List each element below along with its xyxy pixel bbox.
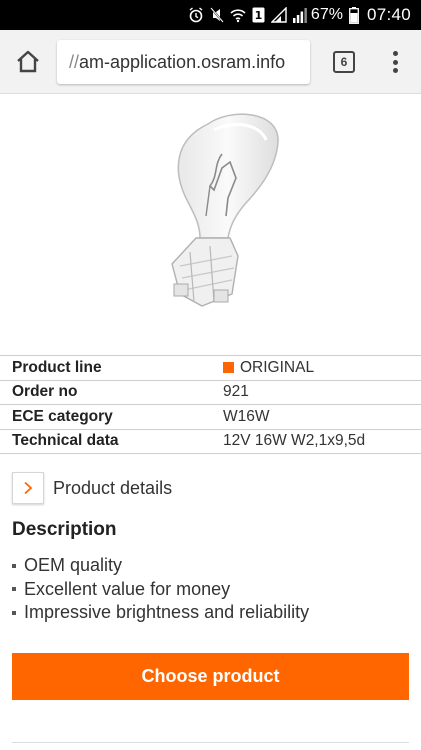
spec-row-technical-data: Technical data 12V 16W W2,1x9,5d: [0, 430, 421, 454]
choose-product-button[interactable]: Choose product: [12, 653, 409, 700]
home-icon: [17, 50, 39, 73]
alarm-icon: [188, 7, 204, 23]
spec-value: W16W: [223, 407, 270, 425]
signal-icon: [270, 6, 287, 23]
spec-value: 12V 16W W2,1x9,5d: [223, 432, 366, 450]
tab-count: 6: [340, 55, 348, 69]
description-heading: Description: [12, 519, 117, 540]
feature-text: OEM quality: [24, 555, 123, 575]
home-button[interactable]: [14, 48, 42, 76]
mute-icon: [210, 7, 224, 23]
spec-label: Technical data: [12, 432, 119, 450]
spec-value: ORIGINAL: [210, 359, 314, 377]
spec-value: 921: [223, 383, 249, 401]
product-line-marker-icon: [223, 362, 234, 374]
overflow-menu-icon: [392, 51, 398, 56]
tab-switcher-button[interactable]: 6: [333, 51, 355, 73]
spec-label: ECE category: [12, 407, 113, 425]
url-text: am-application.osram.info: [79, 51, 286, 72]
overflow-menu-button[interactable]: [383, 49, 407, 75]
url-bar[interactable]: // am-application.osram.info: [57, 40, 310, 84]
spec-label: Product line: [12, 358, 102, 376]
feature-text: Excellent value for money: [24, 578, 231, 599]
expand-button[interactable]: [12, 472, 44, 504]
product-details-link[interactable]: Product details: [12, 472, 172, 504]
w16w-bulb-image: [171, 113, 279, 307]
bullet-icon: [12, 587, 16, 592]
svg-text:1: 1: [255, 9, 263, 22]
bullet-icon: [12, 610, 16, 615]
url-scheme-slashes: //: [69, 51, 80, 72]
divider: [12, 742, 409, 743]
list-item: OEM quality: [12, 554, 309, 578]
signal-bars-icon: [292, 7, 307, 23]
spec-value-text: ORIGINAL: [240, 358, 315, 376]
bullet-icon: [12, 563, 16, 568]
list-item: Impressive brightness and reliability: [12, 601, 309, 625]
feature-text: Impressive brightness and reliability: [24, 602, 310, 622]
spec-row-product-line: Product line ORIGINAL: [0, 356, 421, 381]
feature-list: OEM quality Excellent value for money Im…: [12, 554, 309, 625]
sim-icon: 1: [252, 7, 265, 23]
chevron-right-icon: [24, 481, 33, 495]
clock: 07:40: [366, 5, 411, 24]
list-item: Excellent value for money: [12, 578, 309, 602]
spec-table: Product line ORIGINAL Order no 921 ECE c…: [0, 355, 421, 454]
spec-label: Order no: [12, 383, 78, 401]
status-bar: 1 67% 07:40: [0, 0, 421, 30]
battery-percent: 67%: [310, 6, 343, 23]
wifi-icon: [230, 7, 246, 23]
product-details-label: Product details: [53, 477, 173, 498]
browser-toolbar: // am-application.osram.info 6: [0, 30, 421, 94]
spec-row-ece-category: ECE category W16W: [0, 405, 421, 430]
spec-row-order-no: Order no 921: [0, 381, 421, 405]
product-image: [110, 106, 310, 321]
battery-icon: [349, 7, 359, 24]
